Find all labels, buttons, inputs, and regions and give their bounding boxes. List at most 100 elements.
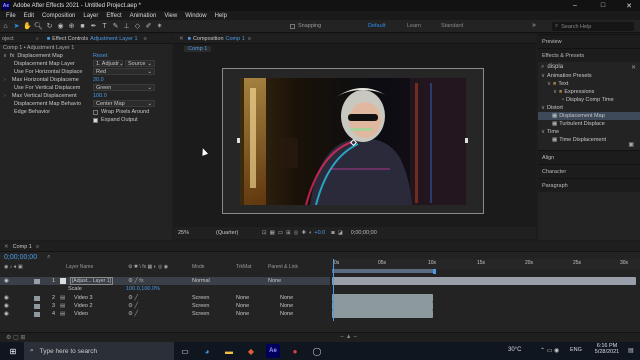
tree-item[interactable]: ∨ Distort <box>538 104 640 112</box>
region-icon[interactable]: ⊡ <box>262 230 267 236</box>
menu-view[interactable]: View <box>164 13 177 19</box>
menu-effect[interactable]: Effect <box>106 13 121 19</box>
type-tool-icon[interactable]: T <box>100 22 109 31</box>
tree-item[interactable]: ▦ Time Displacement <box>538 136 640 144</box>
guides-icon[interactable]: ⊞ <box>286 230 291 236</box>
exposure-value[interactable]: +0.0 <box>314 230 325 236</box>
label-color-swatch[interactable] <box>34 278 40 284</box>
new-preset-icon[interactable]: ▣ <box>628 141 634 148</box>
effects-presets-header[interactable]: Effects & Presets <box>538 48 640 62</box>
minimize-button[interactable]: – <box>566 0 584 11</box>
tree-item[interactable]: ▦ Turbulent Displace <box>538 120 640 128</box>
snapping-checkbox[interactable] <box>290 23 295 29</box>
chrome-icon[interactable]: ● <box>288 344 302 358</box>
workspace-learn[interactable]: Learn <box>407 23 421 29</box>
show-snapshot-icon[interactable]: ◪ <box>338 230 343 236</box>
timeline-timecode[interactable]: 0;00;00;00 <box>4 254 37 261</box>
menu-composition[interactable]: Composition <box>42 13 75 19</box>
tree-item[interactable]: ∨ Animation Presets <box>538 72 640 80</box>
adjustment-layer-track[interactable] <box>332 277 636 285</box>
taskbar-search-box[interactable]: ⌕ Type here to search <box>24 342 174 360</box>
displacement-layer-dropdown[interactable]: 1. Adjustr ⌄ <box>93 60 124 67</box>
layer-switches-icon[interactable]: ⚙ ╱ <box>128 303 138 309</box>
layer-mode[interactable]: Normal <box>192 278 210 284</box>
edge-icon[interactable]: ◕ <box>200 344 214 358</box>
after-effects-taskbar-icon[interactable]: Ae <box>266 344 280 358</box>
paragraph-panel-header[interactable]: Paragraph <box>538 178 640 192</box>
zoom-slider[interactable]: ⌢ ▲ ⌢ <box>340 334 357 341</box>
layer-switches-icon[interactable]: ⚙ ╱ fx <box>128 278 144 284</box>
workspace-standard[interactable]: Standard <box>441 23 463 29</box>
layer-handle-left[interactable] <box>237 138 240 143</box>
snapping-toggle[interactable]: Snapping <box>290 23 321 29</box>
tab-composition[interactable]: Composition <box>193 36 224 42</box>
displacement-source-dropdown[interactable]: Source ⌄ <box>125 60 155 67</box>
toggle-switches-icon[interactable]: ⚙ ▢ ⊞ <box>6 334 25 341</box>
layer-name[interactable]: Video <box>74 311 88 317</box>
layer-parent[interactable]: None <box>280 295 293 301</box>
tree-item[interactable]: ∨ Time <box>538 128 640 136</box>
layer-mode[interactable]: Screen <box>192 303 209 309</box>
notifications-icon[interactable]: ▤ <box>628 347 634 354</box>
tree-item[interactable]: ∨ ■ Expressions <box>538 88 640 96</box>
layer-row[interactable]: ◉ 1 [Adjust... Layer 1] ⚙ ╱ fx Normal No… <box>0 277 330 285</box>
tab-comp-1[interactable]: Comp 1 <box>13 244 32 250</box>
layer-mode[interactable]: Screen <box>192 295 209 301</box>
panel-menu-icon[interactable]: ≡ <box>36 244 39 250</box>
align-panel-header[interactable]: Align <box>538 150 640 164</box>
layer-row[interactable]: ◉ 4 ▤ Video ⚙ ╱ Screen None None <box>0 310 330 318</box>
roto-brush-tool-icon[interactable]: ✐ <box>144 22 153 31</box>
layer-handle-right[interactable] <box>465 138 468 143</box>
expand-arrow-icon[interactable]: › <box>4 77 6 83</box>
layer-switches-icon[interactable]: ⚙ ╱ <box>128 295 138 301</box>
fx-icon[interactable]: fx <box>10 53 14 59</box>
scale-value[interactable]: 100.0,100.0% <box>126 286 160 292</box>
panel-menu-icon[interactable]: ≡ <box>144 36 147 42</box>
vertical-channel-dropdown[interactable]: Green ⌄ <box>93 84 155 91</box>
eye-icon[interactable]: ◉ <box>4 311 9 317</box>
tree-item-selected[interactable]: ▦ Displacement Map <box>538 112 640 120</box>
column-layer-name[interactable]: Layer Name <box>66 264 93 270</box>
map-behavior-dropdown[interactable]: Center Map ⌄ <box>93 100 155 107</box>
workspace-default[interactable]: Default <box>368 23 385 29</box>
language-indicator[interactable]: ENG <box>570 347 582 353</box>
tree-item[interactable]: ∨ ■ Text <box>538 80 640 88</box>
menu-edit[interactable]: Edit <box>24 13 34 19</box>
puppet-tool-icon[interactable]: ✶ <box>155 22 164 31</box>
layer-parent[interactable]: None <box>280 303 293 309</box>
task-view-icon[interactable]: ▭ <box>178 344 192 358</box>
maximize-button[interactable]: □ <box>594 0 612 11</box>
layer-trkmat[interactable]: None <box>236 303 249 309</box>
layer-parent[interactable]: None <box>268 278 281 284</box>
tab-project[interactable]: oject <box>2 36 14 42</box>
playhead[interactable] <box>333 259 334 321</box>
current-time-display[interactable]: 0;00;00;00 <box>351 230 377 236</box>
label-color-swatch[interactable] <box>34 311 40 317</box>
rotate-tool-icon[interactable]: ↻ <box>45 22 54 31</box>
layer-parent[interactable]: None <box>280 311 293 317</box>
layer-mode[interactable]: Screen <box>192 311 209 317</box>
expand-output-option[interactable]: Expand Output <box>93 117 138 123</box>
column-trkmat[interactable]: TrkMat <box>236 264 251 270</box>
work-area-bar[interactable] <box>332 269 436 273</box>
overflow-chevron-icon[interactable]: » <box>532 22 536 29</box>
app-icon-orange[interactable]: ◆ <box>244 344 258 358</box>
tree-item[interactable]: ▫ Display Comp Time <box>538 96 640 104</box>
resolution-dropdown[interactable]: (Quarter) <box>216 230 248 236</box>
video-2-track[interactable] <box>332 302 433 310</box>
layer-name[interactable]: Video 3 <box>74 295 93 301</box>
menu-layer[interactable]: Layer <box>83 13 98 19</box>
rectangle-tool-icon[interactable]: ■ <box>78 22 87 31</box>
layer-trkmat[interactable]: None <box>236 311 249 317</box>
clock[interactable]: 6:16 PM 5/28/2021 <box>590 343 624 355</box>
windows-start-icon[interactable]: ⊞ <box>6 344 20 358</box>
layer-row[interactable]: ◉ 2 ▤ Video 3 ⚙ ╱ Screen None None <box>0 294 330 302</box>
weather-temperature[interactable]: 30°C <box>508 347 521 353</box>
magnification-dropdown[interactable]: 25% <box>178 230 202 236</box>
effects-search-input[interactable]: displa <box>547 64 563 70</box>
label-color-swatch[interactable] <box>34 295 40 301</box>
hand-tool-icon[interactable]: ✋ <box>23 22 32 31</box>
comp-subtab[interactable]: Comp 1 <box>184 45 212 52</box>
menu-help[interactable]: Help <box>215 13 227 19</box>
clear-search-icon[interactable]: ✕ <box>631 64 636 71</box>
